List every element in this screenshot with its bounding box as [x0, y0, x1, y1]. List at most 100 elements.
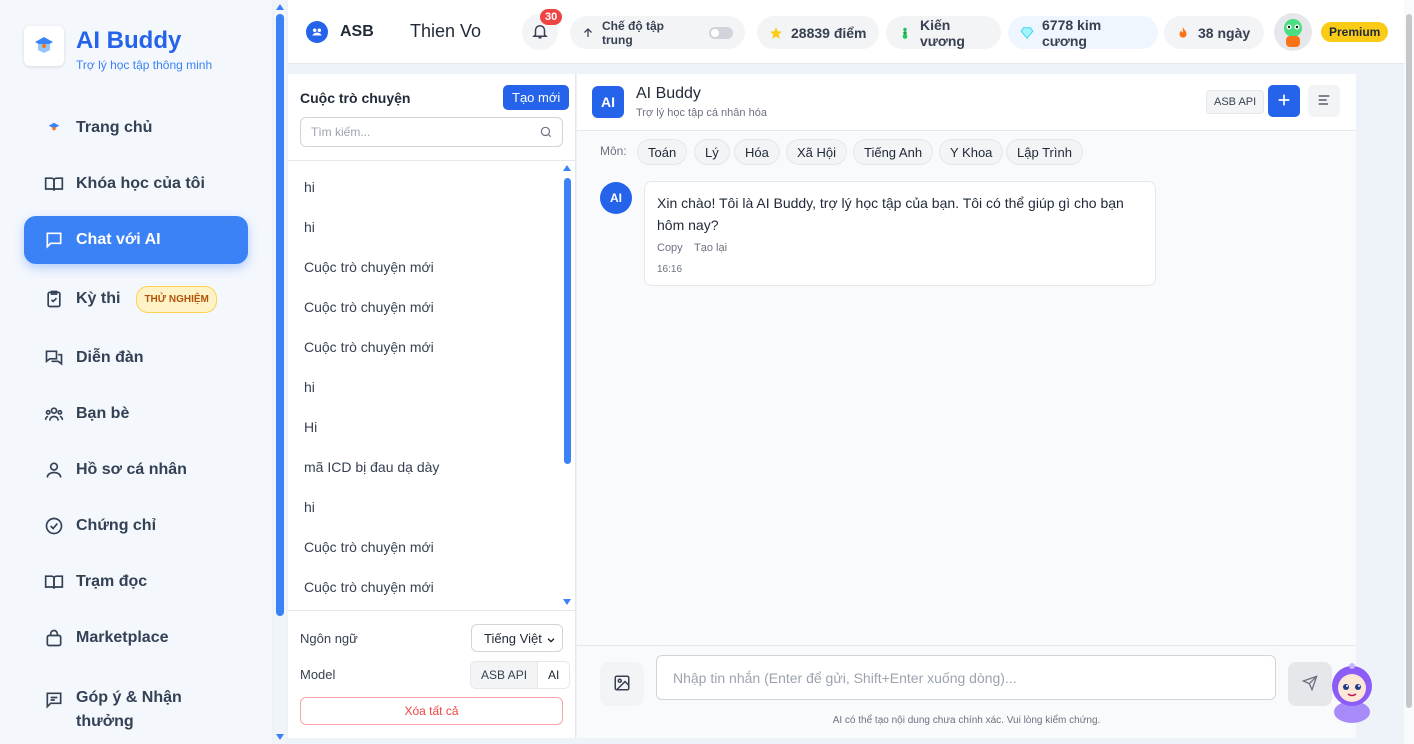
focus-mode-toggle[interactable]: Chế độ tập trung	[570, 16, 745, 49]
list-item[interactable]: hi	[304, 499, 315, 515]
conversation-scrollbar-thumb[interactable]	[564, 178, 571, 464]
copy-button[interactable]: Copy	[657, 242, 683, 254]
book-open-icon	[44, 174, 64, 194]
sidebar-item-feedback[interactable]: Góp ý & Nhận thưởng	[24, 678, 248, 734]
list-item[interactable]: hi	[304, 219, 315, 235]
sidebar-item-home[interactable]: Trang chủ	[24, 104, 248, 152]
conversation-panel: Cuộc trò chuyện Tạo mới Tìm kiếm... hi h…	[288, 74, 576, 738]
gems-badge[interactable]: 6778 kim cương	[1008, 16, 1158, 49]
sidebar-scrollbar-thumb[interactable]	[276, 14, 284, 616]
streak-badge[interactable]: 38 ngày	[1164, 16, 1264, 49]
subject-label: Môn:	[600, 144, 627, 158]
brand[interactable]: AI Buddy Trợ lý học tập thông minh	[24, 26, 212, 72]
sidebar-item-label: Bạn bè	[76, 405, 130, 422]
points-value: 28839 điểm	[791, 24, 867, 41]
points-badge[interactable]: 28839 điểm	[757, 16, 879, 49]
list-item[interactable]: Hi	[304, 419, 317, 435]
model-option-asb-api[interactable]: ASB API	[471, 662, 538, 688]
sidebar-item-profile[interactable]: Hồ sơ cá nhân	[24, 446, 248, 494]
certificate-icon	[44, 516, 64, 536]
clear-all-button[interactable]: Xóa tất cả	[300, 697, 563, 725]
list-item[interactable]: Cuộc trò chuyện mới	[304, 259, 434, 275]
subject-chip[interactable]: Xã Hội	[786, 139, 848, 165]
subject-chip[interactable]: Lý	[694, 139, 730, 165]
ant-icon	[898, 26, 912, 40]
mascot-assistant-button[interactable]	[1326, 660, 1378, 724]
subject-chip[interactable]: Y Khoa	[939, 139, 1004, 165]
chat-header: AI AI Buddy Trợ lý học tập cá nhân hóa A…	[577, 74, 1356, 131]
list-item[interactable]: Cuộc trò chuyện mới	[304, 539, 434, 555]
sidebar-item-label: Trang chủ	[76, 119, 153, 136]
subject-chip[interactable]: Lập Trình	[1006, 139, 1083, 165]
regenerate-button[interactable]: Tạo lại	[694, 242, 727, 254]
subject-chip[interactable]: Hóa	[734, 139, 780, 165]
top-header: ASB Thien Vo 30 Chế độ tập trung 28839 đ…	[288, 0, 1404, 64]
diamond-icon	[1020, 26, 1034, 40]
plus-icon	[1276, 92, 1292, 111]
ai-message-bubble: Xin chào! Tôi là AI Buddy, trợ lý học tậ…	[644, 181, 1156, 286]
list-item[interactable]: Cuộc trò chuyện mới	[304, 579, 434, 595]
message-input-placeholder: Nhập tin nhắn (Enter để gửi, Shift+Enter…	[673, 669, 1017, 686]
streak-value: 38 ngày	[1198, 24, 1251, 41]
gems-value: 6778 kim cương	[1042, 16, 1102, 49]
subject-chip[interactable]: Tiếng Anh	[853, 139, 934, 165]
message-input[interactable]: Nhập tin nhắn (Enter để gửi, Shift+Enter…	[656, 655, 1276, 700]
message-composer: Nhập tin nhắn (Enter để gửi, Shift+Enter…	[577, 645, 1356, 738]
list-item[interactable]: hi	[304, 379, 315, 395]
sidebar-item-my-courses[interactable]: Khóa học của tôi	[24, 160, 248, 208]
rank-badge[interactable]: Kiến vương	[886, 16, 1001, 49]
scroll-down-arrow-icon[interactable]	[276, 734, 284, 740]
ai-disclaimer: AI có thể tạo nội dung chưa chính xác. V…	[832, 715, 1101, 726]
org-switcher[interactable]: ASB	[306, 21, 374, 43]
forum-icon	[44, 348, 64, 368]
new-conversation-button[interactable]: Tạo mới	[503, 85, 570, 110]
chat-title: AI Buddy	[636, 85, 701, 102]
users-icon	[44, 404, 64, 424]
sidebar-item-friends[interactable]: Bạn bè	[24, 390, 248, 438]
sidebar-item-certificates[interactable]: Chứng chỉ	[24, 502, 248, 550]
image-icon	[613, 674, 631, 695]
bag-icon	[44, 628, 64, 648]
api-badge: ASB API	[1206, 90, 1265, 114]
ai-message-avatar: AI	[600, 182, 632, 214]
sidebar-item-forum[interactable]: Diễn đàn	[24, 334, 248, 382]
new-chat-button[interactable]	[1268, 85, 1300, 117]
model-option-ai[interactable]: AI	[537, 662, 570, 688]
ai-logo: AI	[592, 86, 624, 118]
sidebar-item-reading-station[interactable]: Trạm đọc	[24, 558, 248, 606]
chat-panel: AI AI Buddy Trợ lý học tập cá nhân hóa A…	[577, 74, 1356, 738]
model-label: Model	[300, 667, 336, 682]
send-icon	[1301, 674, 1318, 694]
chat-menu-button[interactable]	[1308, 85, 1340, 117]
language-select[interactable]: Tiếng Việt	[471, 624, 563, 652]
scroll-up-arrow-icon[interactable]	[276, 4, 284, 10]
model-selector: ASB API AI	[470, 661, 571, 689]
sidebar-item-label: Chat với AI	[76, 231, 161, 248]
list-item[interactable]: Cuộc trò chuyện mới	[304, 299, 434, 315]
language-label: Ngôn ngữ	[300, 631, 358, 646]
sidebar-item-exams[interactable]: Kỳ thi THỬ NGHIỆM	[24, 275, 248, 323]
scroll-down-arrow-icon[interactable]	[563, 599, 571, 605]
page-scrollbar-thumb[interactable]	[1406, 14, 1412, 708]
sidebar-item-chat-ai[interactable]: Chat với AI	[24, 216, 248, 264]
trial-badge: THỬ NGHIỆM	[136, 285, 217, 313]
language-value: Tiếng Việt	[484, 630, 542, 646]
attach-image-button[interactable]	[600, 662, 644, 706]
focus-mode-switch[interactable]	[709, 26, 733, 39]
org-logo-icon	[306, 21, 328, 43]
sidebar-item-label: Góp ý & Nhận thưởng	[76, 689, 182, 730]
rank-value: Kiến vương	[920, 16, 965, 49]
sidebar-item-label: Marketplace	[76, 629, 169, 646]
chevron-down-icon	[546, 633, 556, 648]
list-item[interactable]: Cuộc trò chuyện mới	[304, 339, 434, 355]
subject-chip[interactable]: Toán	[637, 139, 688, 165]
brand-logo-icon	[24, 26, 64, 66]
conversation-list: hi hi Cuộc trò chuyện mới Cuộc trò chuyệ…	[288, 160, 576, 610]
search-placeholder: Tìm kiếm...	[311, 125, 371, 139]
conversation-search-input[interactable]: Tìm kiếm...	[300, 117, 563, 147]
list-item[interactable]: mã ICD bị đau dạ dày	[304, 459, 439, 475]
user-avatar[interactable]	[1274, 13, 1312, 51]
sidebar-item-marketplace[interactable]: Marketplace	[24, 614, 248, 662]
list-item[interactable]: hi	[304, 179, 315, 195]
scroll-up-arrow-icon[interactable]	[563, 165, 571, 171]
